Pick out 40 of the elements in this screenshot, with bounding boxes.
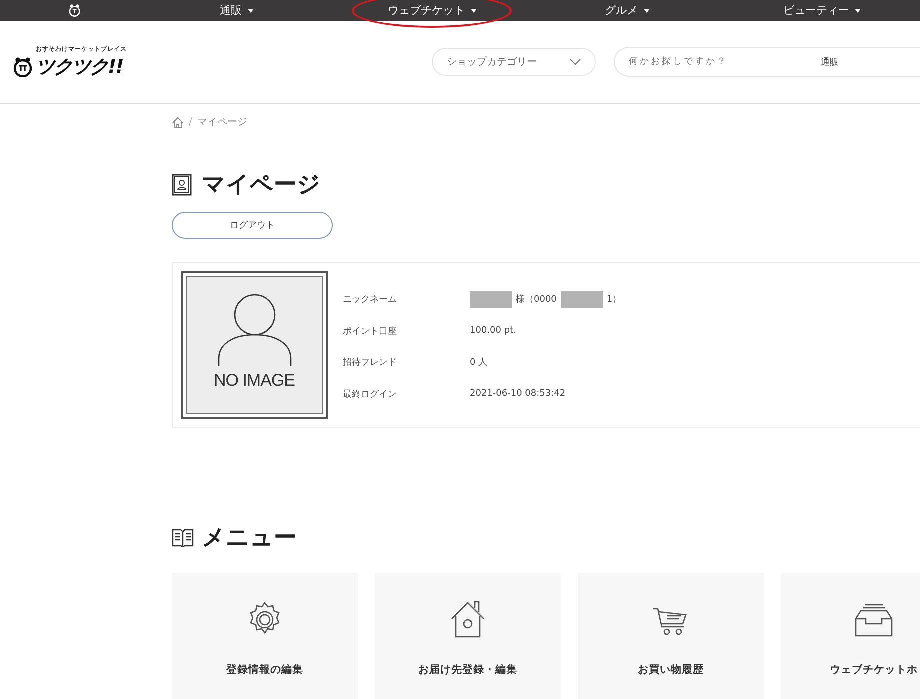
search-scope[interactable]: 通販 [821, 56, 839, 68]
caret-icon [248, 8, 254, 12]
page-title: マイページ [202, 171, 321, 200]
nav-link[interactable]: 通販 [220, 3, 254, 18]
menu-card[interactable]: お届け先登録・編集 [375, 573, 561, 699]
chevron-down-icon [570, 59, 581, 65]
menu-card[interactable]: ウェブチケットホ [781, 573, 920, 699]
search-field[interactable]: 何かお探しですか？ 通販 [614, 47, 920, 77]
home-icon[interactable] [172, 116, 184, 128]
field-label: ポイント口座 [343, 326, 398, 338]
no-image-label: NO IMAGE [214, 371, 295, 391]
logo-wordmark: ツクツク!! [36, 54, 124, 80]
section-title: メニュー [202, 524, 297, 553]
logo-icon[interactable] [68, 4, 82, 17]
category-select[interactable]: ショップカテゴリー [432, 48, 596, 76]
field-value: 様（0000 [516, 294, 557, 306]
person-silhouette-icon [216, 293, 292, 367]
field-value: 1） [606, 294, 622, 306]
nav-link[interactable]: ビューティー [783, 3, 862, 18]
caret-icon [470, 8, 477, 12]
book-icon [172, 528, 194, 548]
caret-icon [644, 8, 650, 12]
nav-link[interactable]: グルメ [604, 3, 650, 18]
field-label: ニックネーム [343, 294, 398, 306]
field-label: 招待フレンド [343, 356, 398, 370]
nav-link[interactable]: ウェブチケット [388, 3, 477, 18]
menu-card[interactable]: お買い物履歴 [578, 573, 764, 699]
field-value: 0 人 [470, 356, 488, 370]
redaction-block [470, 291, 512, 308]
caret-icon [855, 8, 862, 12]
profile-card-icon [172, 174, 192, 196]
field-value: 100.00 pt. [470, 326, 516, 336]
field-label: 最終ログイン [343, 388, 398, 401]
redaction-block [560, 291, 603, 308]
menu-card[interactable]: 登録情報の編集 [172, 573, 358, 699]
logout-button[interactable]: ログアウト [172, 212, 333, 239]
breadcrumb-item: マイページ [197, 116, 248, 129]
logo-icon [12, 56, 34, 76]
field-value: 2021-06-10 08:53:42 [470, 389, 566, 400]
breadcrumb-separator: / [189, 116, 192, 128]
